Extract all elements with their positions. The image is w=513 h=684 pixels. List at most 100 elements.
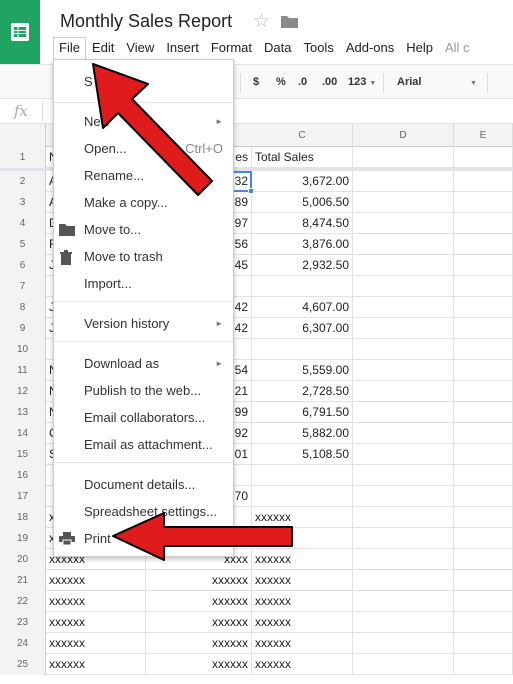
row-header[interactable]: 23: [0, 612, 46, 633]
cell-c[interactable]: [252, 339, 353, 360]
cell-c[interactable]: Total Sales: [252, 147, 353, 168]
menu-item-print[interactable]: Print Ctrl+P: [54, 526, 233, 552]
menu-item-import[interactable]: Import...: [54, 271, 233, 297]
cell-d[interactable]: [353, 591, 454, 612]
menu-item-document-details[interactable]: Document details...: [54, 472, 233, 498]
column-header-d[interactable]: D: [353, 124, 454, 147]
percent-format-button[interactable]: %: [276, 76, 286, 88]
cell-b[interactable]: xxxxxx: [146, 612, 252, 633]
cell-d[interactable]: [353, 192, 454, 213]
cell-d[interactable]: [353, 402, 454, 423]
cell-c[interactable]: 5,882.00: [252, 423, 353, 444]
cell-d[interactable]: [353, 549, 454, 570]
cell-c[interactable]: 2,932.50: [252, 255, 353, 276]
cell-c[interactable]: [252, 486, 353, 507]
cell-c[interactable]: 6,791.50: [252, 402, 353, 423]
font-dropdown-arrow-icon[interactable]: ▼: [470, 76, 477, 88]
row-header[interactable]: 14: [0, 423, 46, 444]
cell-c[interactable]: [252, 276, 353, 297]
cell-a[interactable]: xxxxxx: [46, 633, 146, 654]
cell-d[interactable]: [353, 423, 454, 444]
menu-item-email-as-attachment[interactable]: Email as attachment...: [54, 432, 233, 458]
cell-e[interactable]: [454, 276, 513, 297]
cell-e[interactable]: [454, 612, 513, 633]
cell-e[interactable]: [454, 360, 513, 381]
menu-item-download-as[interactable]: Download as ►: [54, 351, 233, 377]
menu-insert[interactable]: Insert: [160, 37, 205, 59]
currency-format-button[interactable]: $: [253, 76, 259, 88]
document-title[interactable]: Monthly Sales Report: [60, 11, 232, 32]
cell-d[interactable]: [353, 276, 454, 297]
cell-d[interactable]: [353, 528, 454, 549]
row-header[interactable]: 24: [0, 633, 46, 654]
row-header[interactable]: 22: [0, 591, 46, 612]
cell-e[interactable]: [454, 192, 513, 213]
cell-c[interactable]: xxxxxx: [252, 507, 353, 528]
row-header[interactable]: 3: [0, 192, 46, 213]
row-header[interactable]: 6: [0, 255, 46, 276]
cell-d[interactable]: [353, 297, 454, 318]
cell-c[interactable]: 8,474.50: [252, 213, 353, 234]
row-header[interactable]: 1: [0, 147, 46, 168]
cell-c[interactable]: 6,307.00: [252, 318, 353, 339]
row-header[interactable]: 16: [0, 465, 46, 486]
cell-d[interactable]: [353, 213, 454, 234]
cell-a[interactable]: xxxxxx: [46, 654, 146, 675]
cell-e[interactable]: [454, 297, 513, 318]
cell-d[interactable]: [353, 255, 454, 276]
cell-a[interactable]: xxxxxx: [46, 612, 146, 633]
fill-handle[interactable]: [248, 188, 254, 194]
menu-item-open[interactable]: Open... Ctrl+O: [54, 136, 233, 162]
row-header[interactable]: 15: [0, 444, 46, 465]
cell-e[interactable]: [454, 171, 513, 192]
cell-c[interactable]: xxxxxx: [252, 528, 353, 549]
menu-item-make-a-copy[interactable]: Make a copy...: [54, 190, 233, 216]
menu-item-new[interactable]: New ►: [54, 109, 233, 135]
cell-d[interactable]: [353, 318, 454, 339]
row-header[interactable]: 8: [0, 297, 46, 318]
cell-d[interactable]: [353, 465, 454, 486]
cell-e[interactable]: [454, 528, 513, 549]
menu-item-share-partial[interactable]: S: [84, 74, 93, 89]
row-header[interactable]: 18: [0, 507, 46, 528]
row-header[interactable]: 21: [0, 570, 46, 591]
column-header-c[interactable]: C: [252, 124, 353, 147]
cell-d[interactable]: [353, 147, 454, 168]
row-header[interactable]: 9: [0, 318, 46, 339]
cell-d[interactable]: [353, 339, 454, 360]
cell-d[interactable]: [353, 507, 454, 528]
cell-c[interactable]: [252, 465, 353, 486]
row-header[interactable]: 4: [0, 213, 46, 234]
increase-decimal-button[interactable]: .00: [322, 76, 337, 88]
menu-edit[interactable]: Edit: [86, 37, 120, 59]
cell-d[interactable]: [353, 381, 454, 402]
sheets-logo-icon[interactable]: [0, 0, 40, 64]
cell-e[interactable]: [454, 465, 513, 486]
cell-b[interactable]: xxxxxx: [146, 570, 252, 591]
cell-e[interactable]: [454, 570, 513, 591]
cell-c[interactable]: 5,108.50: [252, 444, 353, 465]
cell-c[interactable]: xxxxxx: [252, 549, 353, 570]
cell-c[interactable]: 5,006.50: [252, 192, 353, 213]
cell-a[interactable]: xxxxxx: [46, 570, 146, 591]
star-icon[interactable]: ☆: [253, 10, 270, 33]
cell-d[interactable]: [353, 654, 454, 675]
cell-c[interactable]: 5,559.00: [252, 360, 353, 381]
cell-d[interactable]: [353, 171, 454, 192]
row-header[interactable]: 2: [0, 171, 46, 192]
font-family-select[interactable]: Arial: [397, 76, 421, 88]
menu-help[interactable]: Help: [400, 37, 439, 59]
menu-item-email-collaborators[interactable]: Email collaborators...: [54, 405, 233, 431]
cell-a[interactable]: xxxxxx: [46, 591, 146, 612]
row-header[interactable]: 25: [0, 654, 46, 675]
cell-c[interactable]: xxxxxx: [252, 654, 353, 675]
select-all-corner[interactable]: [0, 124, 46, 147]
cell-e[interactable]: [454, 255, 513, 276]
row-header[interactable]: 12: [0, 381, 46, 402]
row-header[interactable]: 17: [0, 486, 46, 507]
cell-c[interactable]: 2,728.50: [252, 381, 353, 402]
menu-item-publish-to-the-web[interactable]: Publish to the web...: [54, 378, 233, 404]
menu-item-version-history[interactable]: Version history ►: [54, 311, 233, 337]
cell-e[interactable]: [454, 318, 513, 339]
cell-e[interactable]: [454, 486, 513, 507]
